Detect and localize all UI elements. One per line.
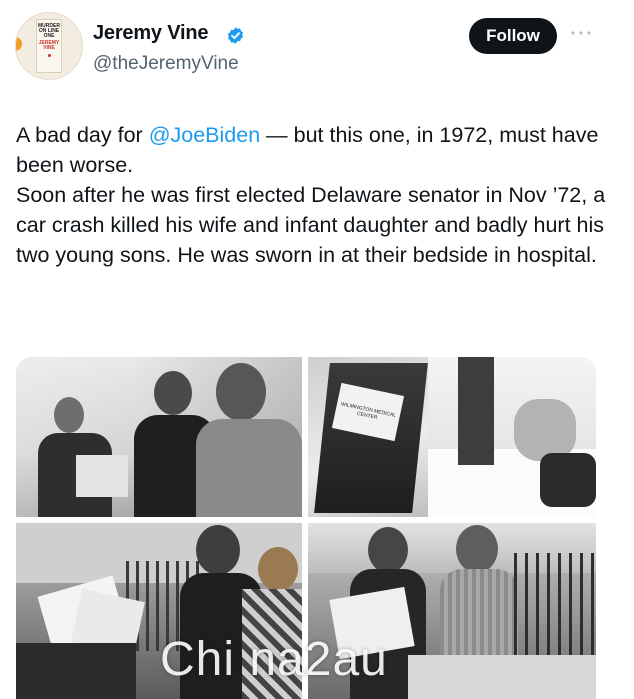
author-name[interactable]: Jeremy Vine (93, 22, 208, 45)
tweet-line1-prefix: A bad day for (16, 123, 149, 147)
photo-hospital-podium[interactable]: WILMINGTON MEDICAL CENTER (308, 357, 596, 517)
child (258, 547, 298, 591)
avatar-book-cover: MURDER ON LINE ONE JEREMY VINE (36, 19, 62, 73)
tweet-line-2: Soon after he was first elected Delaware… (16, 183, 606, 267)
follow-button[interactable]: Follow (469, 18, 557, 54)
photo-swearing-in[interactable] (16, 357, 302, 517)
mention-link[interactable]: @JoeBiden (149, 123, 260, 147)
person-center (154, 371, 192, 415)
verified-badge-icon (227, 27, 244, 44)
man-left (368, 527, 408, 573)
book-title: MURDER ON LINE ONE (38, 23, 60, 39)
person-left (54, 397, 84, 433)
book-author: JEREMY VINE (38, 40, 60, 51)
person-right (216, 363, 266, 421)
podium (314, 363, 428, 513)
man-in-suit (196, 525, 240, 575)
tweet-line-1: A bad day for @JoeBiden — but this one, … (16, 120, 616, 180)
watermark-text: Chi na2au (160, 633, 388, 686)
author-handle[interactable]: @theJeremyVine (93, 53, 239, 75)
tweet-text: A bad day for @JoeBiden — but this one, … (16, 120, 616, 270)
author-avatar[interactable]: MURDER ON LINE ONE JEREMY VINE (15, 12, 83, 80)
avatar-decoration (16, 37, 22, 51)
man-right (456, 525, 498, 573)
more-dots-icon[interactable] (570, 28, 592, 38)
book-dot (47, 54, 51, 57)
